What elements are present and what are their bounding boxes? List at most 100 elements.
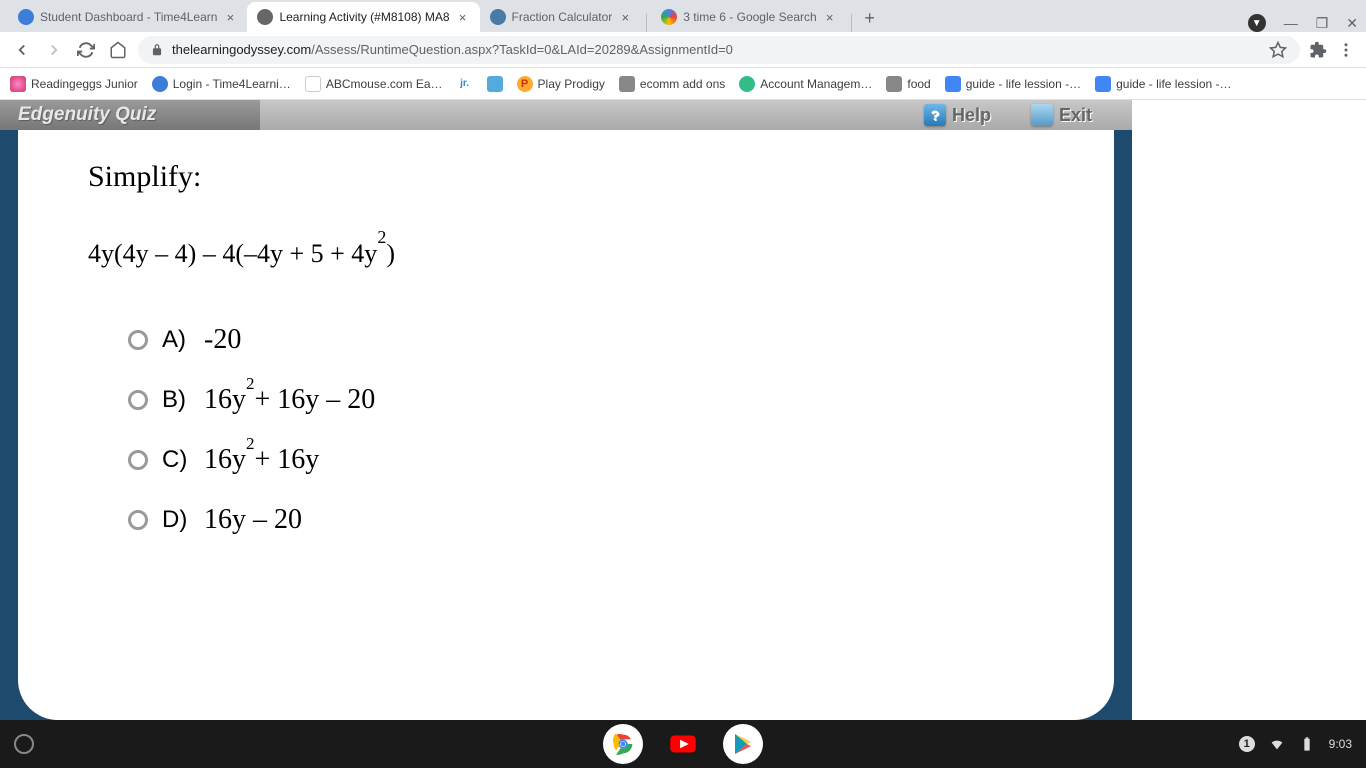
bookmark[interactable]: Account Managem… [739,76,872,92]
bookmark-label: food [907,77,930,91]
quiz-title: Edgenuity Quiz [18,104,156,126]
radio-button[interactable] [128,450,148,470]
radio-button[interactable] [128,330,148,350]
close-window-button[interactable]: ✕ [1346,15,1358,32]
bookmark-label: Play Prodigy [538,77,605,91]
forward-button[interactable] [42,38,66,62]
maximize-button[interactable]: ❐ [1316,15,1329,32]
back-button[interactable] [10,38,34,62]
tab-divider [851,14,852,32]
launcher-button[interactable] [0,734,48,754]
wifi-icon [1269,736,1285,752]
answer-option-c[interactable]: C) 16y2 + 16y [128,444,1044,476]
bookmark-icon [10,76,26,92]
exit-icon [1031,104,1053,126]
question-prompt: Simplify: [88,160,1044,194]
bookmark-label: Readingeggs Junior [31,77,138,91]
bookmark[interactable]: jr. [457,76,473,92]
browser-tab-bar: Student Dashboard - Time4Learn × Learnin… [0,0,1366,32]
docs-icon [1095,76,1111,92]
tab-favicon [490,9,506,25]
bookmark-label: Login - Time4Learni… [173,77,291,91]
help-button[interactable]: ? Help [924,104,991,126]
tab-close-icon[interactable]: × [823,10,837,24]
bookmark[interactable]: PPlay Prodigy [517,76,605,92]
answer-option-d[interactable]: D) 16y – 20 [128,504,1044,536]
radio-button[interactable] [128,390,148,410]
tab-title: 3 time 6 - Google Search [683,10,816,24]
bookmark-label: ecomm add ons [640,77,725,91]
bookmark-icon [152,76,168,92]
tab-close-icon[interactable]: × [618,10,632,24]
answer-option-a[interactable]: A) -20 [128,324,1044,356]
exit-label: Exit [1059,105,1092,126]
exit-button[interactable]: Exit [1031,104,1092,126]
bookmark-icon: jr. [457,76,473,92]
answer-label: B) [162,386,190,414]
youtube-app[interactable] [663,724,703,764]
status-circle-icon[interactable]: ▼ [1248,14,1266,32]
expr-sup: 2 [377,227,386,248]
clock: 9:03 [1329,737,1352,751]
extensions-icon[interactable] [1308,40,1328,60]
help-icon: ? [924,104,946,126]
bookmark-label: ABCmouse.com Ea… [326,77,443,91]
answers-list: A) -20 B) 16y2 + 16y – 20 C) 16y2 + 16y [88,324,1044,536]
globe-icon [257,9,273,25]
reload-button[interactable] [74,38,98,62]
radio-button[interactable] [128,510,148,530]
quiz-header: Edgenuity Quiz ? Help Exit [0,100,1132,130]
quiz-body: Simplify: 4y(4y – 4) – 4(–4y + 5 + 4y 2 … [18,130,1114,720]
bookmark-icon [739,76,755,92]
page-content: Edgenuity Quiz ? Help Exit Simplify: 4y(… [0,100,1366,720]
window-controls: ▼ — ❐ ✕ [1248,14,1358,32]
bookmark-label: guide - life lession -… [966,77,1081,91]
browser-tab[interactable]: Fraction Calculator × [480,2,643,32]
chrome-app[interactable] [603,724,643,764]
answer-text: 16y2 + 16y [204,444,319,476]
answer-label: D) [162,506,190,534]
battery-icon [1299,736,1315,752]
folder-icon [619,76,635,92]
answer-label: C) [162,446,190,474]
bookmark[interactable]: food [886,76,930,92]
docs-icon [945,76,961,92]
tab-divider [646,14,647,32]
url-path: /Assess/RuntimeQuestion.aspx?TaskId=0&LA… [311,42,733,57]
menu-icon[interactable] [1336,40,1356,60]
expr-post: ) [386,239,395,269]
url-input[interactable]: thelearningodyssey.com/Assess/RuntimeQue… [138,36,1300,64]
bookmark[interactable]: ecomm add ons [619,76,725,92]
home-button[interactable] [106,38,130,62]
google-icon [661,9,677,25]
browser-tab[interactable]: Student Dashboard - Time4Learn × [8,2,247,32]
answer-option-b[interactable]: B) 16y2 + 16y – 20 [128,384,1044,416]
bookmark[interactable]: Readingeggs Junior [10,76,138,92]
url-domain: thelearningodyssey.com [172,42,311,57]
play-store-app[interactable] [723,724,763,764]
new-tab-button[interactable]: + [856,4,884,32]
answer-text: -20 [204,324,241,356]
lock-icon [150,43,164,57]
bookmark[interactable]: guide - life lession -… [1095,76,1231,92]
bookmarks-bar: Readingeggs Junior Login - Time4Learni… … [0,68,1366,100]
minimize-button[interactable]: — [1284,15,1298,31]
system-tray[interactable]: 1 9:03 [1239,736,1366,752]
bookmark-label: guide - life lession -… [1116,77,1231,91]
notification-badge: 1 [1239,736,1255,752]
browser-tab-active[interactable]: Learning Activity (#M8108) MA8 × [247,2,479,32]
tab-favicon [18,9,34,25]
tab-close-icon[interactable]: × [223,10,237,24]
bookmark-icon [487,76,503,92]
bookmark[interactable]: ABCmouse.com Ea… [305,76,443,92]
question-expression: 4y(4y – 4) – 4(–4y + 5 + 4y 2 ) [88,239,1044,269]
star-icon[interactable] [1268,40,1288,60]
bookmark[interactable]: Login - Time4Learni… [152,76,291,92]
tab-close-icon[interactable]: × [456,10,470,24]
bookmark[interactable]: guide - life lession -… [945,76,1081,92]
browser-tab[interactable]: 3 time 6 - Google Search × [651,2,846,32]
quiz-title-box: Edgenuity Quiz [0,100,260,130]
folder-icon [886,76,902,92]
bookmark[interactable] [487,76,503,92]
answer-text: 16y – 20 [204,504,302,536]
